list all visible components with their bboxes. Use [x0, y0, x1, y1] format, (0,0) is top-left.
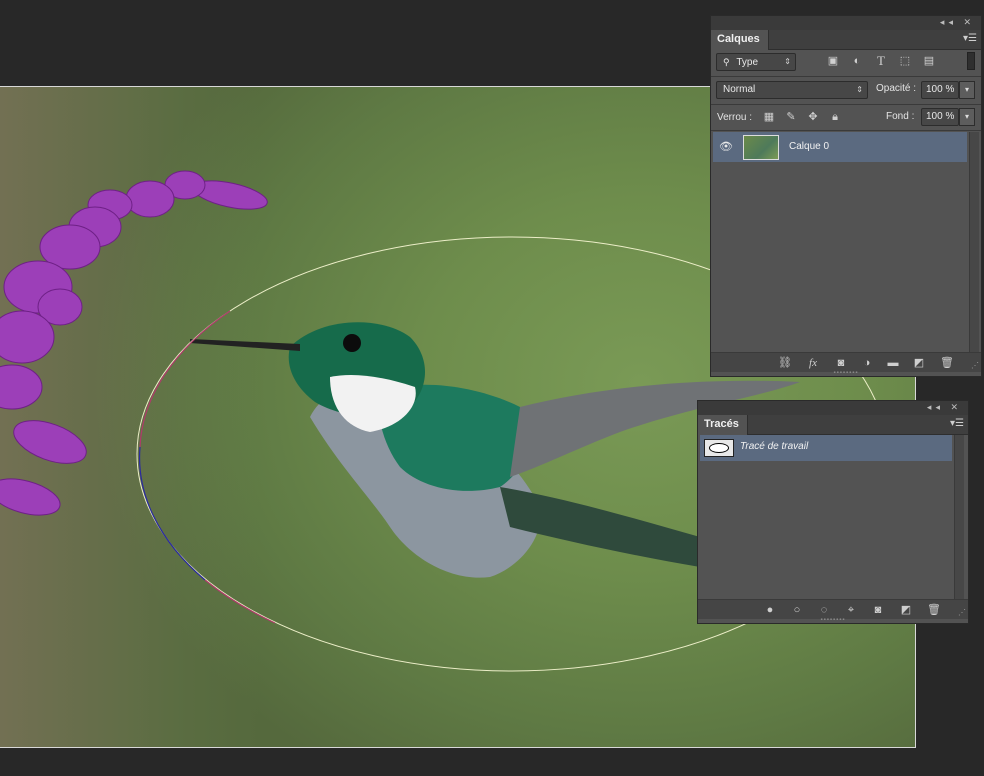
collapse-close-icons[interactable]: ◂◂ ✕	[927, 402, 962, 413]
blend-mode-select[interactable]: Normal ⇕	[716, 81, 868, 99]
paths-list: Tracé de travail	[698, 435, 954, 599]
filter-toggle-switch[interactable]	[967, 52, 975, 70]
panel-topbar: ◂◂ ✕	[711, 16, 981, 30]
tab-row: Tracés ▾☰	[698, 415, 968, 435]
purple-flower	[0, 170, 268, 516]
layers-panel: ◂◂ ✕ Calques ▾☰ ⚲ Type ⇕ ▣ ◐ T ⬚ ▤ Norma…	[710, 15, 982, 377]
opacity-label: Opacité :	[876, 83, 917, 94]
panel-topbar: ◂◂ ✕	[698, 401, 968, 415]
new-layer-icon[interactable]: ◩	[911, 355, 927, 371]
opacity-value: 100 %	[926, 84, 955, 95]
fill-value: 100 %	[926, 111, 955, 122]
layer-filter-select[interactable]: ⚲ Type ⇕	[716, 53, 796, 71]
panel-drag-handle[interactable]: ▪▪▪▪▪▪▪▪	[833, 370, 858, 376]
fx-icon[interactable]: fx	[805, 355, 821, 371]
make-path-icon[interactable]: ⌖	[843, 602, 859, 618]
adjustment-filter-icon[interactable]: ◐	[849, 53, 865, 69]
lock-position-move-icon[interactable]: ✥	[805, 109, 821, 125]
resize-grip-icon[interactable]: ⋰	[971, 361, 979, 370]
group-folder-icon[interactable]: ▬	[885, 355, 901, 371]
panel-menu-icon[interactable]: ▾☰	[963, 33, 977, 44]
new-path-icon[interactable]: ◩	[898, 602, 914, 618]
layer-thumbnail	[743, 135, 779, 160]
blend-mode-value: Normal	[723, 84, 756, 95]
adjustment-icon[interactable]: ◑	[859, 355, 875, 371]
path-thumbnail	[704, 439, 734, 457]
layer-name: Calque 0	[789, 141, 830, 152]
opacity-input[interactable]: 100 %	[921, 81, 959, 99]
fill-path-icon[interactable]: ●	[762, 602, 778, 618]
collapse-close-icons[interactable]: ◂◂ ✕	[940, 17, 975, 28]
mask-icon[interactable]: ◙	[870, 602, 886, 618]
path-name: Tracé de travail	[740, 441, 809, 452]
tab-row: Calques ▾☰	[711, 30, 981, 50]
search-icon: ⚲	[723, 57, 730, 67]
tab-layers[interactable]: Calques	[711, 30, 769, 50]
filter-type-label: Type	[736, 57, 759, 68]
trash-icon[interactable]: 🗑︎	[939, 355, 955, 371]
link-icon[interactable]: ⛓︎	[777, 355, 793, 371]
trash-icon[interactable]: 🗑︎	[926, 602, 942, 618]
updown-arrows-icon: ⇕	[856, 85, 863, 94]
load-selection-icon[interactable]: ◌	[816, 602, 832, 618]
layers-list: 👁︎ Calque 0	[711, 132, 969, 352]
text-filter-icon[interactable]: T	[873, 53, 889, 69]
shape-filter-icon[interactable]: ⬚	[897, 53, 913, 69]
layers-footer: ⛓︎ fx ◙ ◑ ▬ ◩ 🗑︎ ⋰	[711, 352, 981, 372]
tab-paths[interactable]: Tracés	[698, 415, 748, 435]
updown-arrows-icon: ⇕	[784, 57, 791, 66]
mask-icon[interactable]: ◙	[833, 355, 849, 371]
fill-label: Fond :	[886, 111, 915, 122]
lock-pixels-brush-icon[interactable]: ✎	[783, 109, 799, 125]
path-row[interactable]: Tracé de travail	[700, 435, 952, 461]
fill-slider-button[interactable]: ▾	[959, 108, 975, 126]
stroke-path-icon[interactable]: ○	[789, 602, 805, 618]
lock-transparency-icon[interactable]: ▦	[761, 109, 777, 125]
paths-scrollbar[interactable]	[954, 435, 964, 599]
image-filter-icon[interactable]: ▣	[825, 53, 841, 69]
opacity-slider-button[interactable]: ▾	[959, 81, 975, 99]
resize-grip-icon[interactable]: ⋰	[958, 608, 966, 617]
panel-menu-icon[interactable]: ▾☰	[950, 418, 964, 429]
eye-visibility-icon[interactable]: 👁︎	[719, 140, 733, 154]
lock-label: Verrou :	[717, 112, 753, 123]
lock-all-padlock-icon[interactable]: 🔒︎	[827, 109, 843, 125]
paths-footer: ● ○ ◌ ⌖ ◙ ◩ 🗑︎ ⋰	[698, 599, 968, 619]
fill-input[interactable]: 100 %	[921, 108, 959, 126]
panel-drag-handle[interactable]: ▪▪▪▪▪▪▪▪	[820, 617, 845, 623]
layers-scrollbar[interactable]	[969, 132, 979, 352]
smart-object-filter-icon[interactable]: ▤	[921, 53, 937, 69]
layer-row[interactable]: 👁︎ Calque 0	[713, 132, 967, 162]
paths-panel: ◂◂ ✕ Tracés ▾☰ Tracé de travail ● ○ ◌ ⌖ …	[697, 400, 969, 624]
